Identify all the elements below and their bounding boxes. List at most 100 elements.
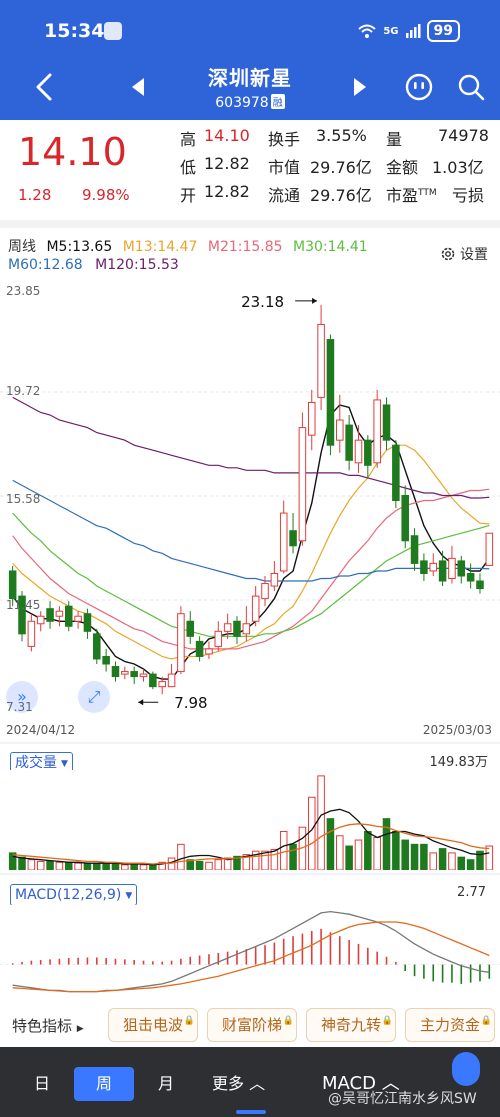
candle <box>485 532 494 566</box>
min-price-annotation: 7.98 <box>174 694 207 712</box>
volume-bar <box>326 818 335 870</box>
x-end-date: 2025/03/03 <box>422 723 492 737</box>
mktcap-label: 市值 <box>268 158 301 177</box>
chat-face-icon[interactable] <box>404 72 434 102</box>
pe-ttm: TTM <box>418 188 437 198</box>
candle-body <box>485 532 494 566</box>
candle-body <box>177 613 185 673</box>
ma120-label: M120:15.53 <box>95 257 179 273</box>
macd-indicator-select[interactable]: MACD(12,26,9) ▼ <box>10 884 138 906</box>
volume-bar <box>317 775 325 870</box>
ma60-label: M60:12.68 <box>8 257 83 273</box>
candle-body <box>158 681 166 688</box>
candle-body <box>410 535 419 564</box>
volume-bar <box>195 860 204 870</box>
volume-bar <box>448 852 456 870</box>
feature-chip-3[interactable]: 神奇九转 🔒 <box>306 1008 396 1042</box>
status-bar: 15:34 5G 99 <box>0 0 500 60</box>
volume-bar <box>149 864 157 870</box>
candle-body <box>448 557 456 579</box>
volume-value: 74978 <box>438 126 489 145</box>
candle-body <box>336 419 344 441</box>
feature-indicators-label[interactable]: 特色指标 ▶ <box>12 1015 84 1036</box>
next-stock-button[interactable] <box>350 76 370 98</box>
volume-bar <box>279 830 288 870</box>
search-icon[interactable] <box>456 72 486 102</box>
ma30-label: M30:14.41 <box>293 239 368 255</box>
volume-bar <box>457 856 466 870</box>
y-tick-2: 15.58 <box>6 492 41 506</box>
candle <box>373 389 381 468</box>
signal-icon <box>405 24 421 38</box>
ma21-label: M21:15.85 <box>207 239 283 255</box>
volume-bar <box>354 839 363 870</box>
volume-bar <box>83 862 92 870</box>
volume-bar <box>261 850 269 870</box>
candle-body <box>242 623 251 635</box>
candle-body <box>392 444 400 502</box>
low-label: 低 <box>180 158 197 177</box>
tab-day[interactable]: 日 <box>14 1067 70 1101</box>
price-change-pct: 9.98% <box>82 186 130 204</box>
fullscreen-button[interactable]: ⤢ <box>78 681 110 713</box>
volume-bar <box>74 862 82 870</box>
tab-month[interactable]: 月 <box>138 1067 194 1101</box>
chevron-down-icon: ▼ <box>125 891 133 901</box>
pe-label: 市盈TTM <box>386 182 437 206</box>
feature-chip-2[interactable]: 财富阶梯 🔒 <box>207 1008 297 1042</box>
quote-panel: 14.10 1.28 9.98% 高 14.10 换手 3.55% 量 7497… <box>0 120 500 220</box>
max-price-annotation: 23.18 <box>241 293 284 311</box>
candle-body <box>102 655 110 665</box>
candle-body <box>466 572 475 582</box>
macd-indicator-label: MACD(12,26,9) <box>15 887 122 903</box>
candle-body <box>46 608 54 622</box>
feature-chip-4-label: 主力资金 <box>419 1016 480 1034</box>
gear-icon <box>441 247 455 261</box>
last-price: 14.10 <box>18 130 127 174</box>
candle-body <box>214 630 223 647</box>
candle-body <box>167 673 176 688</box>
chevron-down-icon: ▼ <box>61 759 68 769</box>
candle <box>392 440 400 509</box>
low-value: 12.82 <box>204 154 250 173</box>
volume-bar <box>401 839 409 870</box>
open-value: 12.82 <box>204 182 250 201</box>
feature-chip-4[interactable]: 主力资金 🔒 <box>405 1008 495 1042</box>
volume-divider <box>0 873 500 875</box>
candle-body <box>139 673 148 678</box>
volume-bar <box>46 860 54 870</box>
candle-body <box>64 605 73 627</box>
volume-indicator-label: 成交量 <box>15 755 57 771</box>
margin-badge: 融 <box>270 94 285 109</box>
volume-bar <box>429 852 438 870</box>
candle-body <box>289 530 297 547</box>
volume-bar <box>420 843 428 870</box>
volume-bar <box>373 836 381 870</box>
candle-body <box>261 583 269 600</box>
y-tick-1: 19.72 <box>6 384 41 398</box>
candle-body <box>317 323 325 398</box>
battery-indicator: 99 <box>426 20 460 42</box>
volume-bar <box>36 860 45 870</box>
candle-body <box>130 671 138 678</box>
floating-assistant-button[interactable] <box>452 1052 480 1086</box>
expand-left-button[interactable]: » <box>6 681 38 713</box>
amount-label: 金额 <box>386 158 419 177</box>
volume-bar <box>177 843 185 870</box>
kline-bg <box>0 280 500 716</box>
tab-week[interactable]: 周 <box>74 1067 134 1101</box>
float-value: 29.76亿 <box>310 186 372 205</box>
high-value: 14.10 <box>204 126 250 145</box>
kline-chart[interactable]: 23.18 7.98 <box>0 280 500 716</box>
volume-bar <box>102 862 110 870</box>
feature-chip-1[interactable]: 狙击电波 🔒 <box>108 1008 198 1042</box>
high-label: 高 <box>180 130 197 149</box>
candle <box>149 671 157 690</box>
chart-settings-button[interactable]: 设置 <box>440 244 488 264</box>
y-tick-0: 23.85 <box>6 284 41 298</box>
turnover-value: 3.55% <box>316 126 367 145</box>
volume-bar <box>270 848 279 870</box>
settings-label: 设置 <box>460 247 488 263</box>
candle-body <box>55 610 64 617</box>
tab-more[interactable]: 更多 ︿ <box>212 1067 265 1101</box>
